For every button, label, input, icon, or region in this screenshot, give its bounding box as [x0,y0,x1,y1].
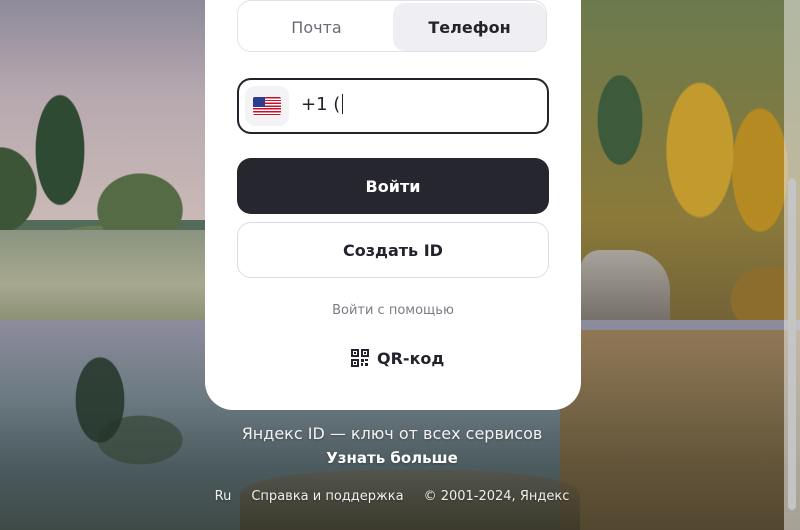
auth-method-tabs: Почта Телефон [237,0,547,52]
learn-more-link[interactable]: Узнать больше [0,449,784,467]
page-scrollbar[interactable] [784,0,800,530]
login-card: Почта Телефон +1 ( Войти Создать ID Войт… [205,0,581,410]
create-id-button[interactable]: Создать ID [237,222,549,278]
help-link[interactable]: Справка и поддержка [251,489,403,504]
qr-code-button[interactable]: QR-код [351,346,444,370]
copyright-text: © 2001-2024, Яндекс [423,489,570,504]
language-switch[interactable]: Ru [215,489,232,504]
footer: Ru Справка и поддержка © 2001-2024, Янде… [0,489,784,504]
scrollbar-thumb[interactable] [788,178,796,510]
tab-email[interactable]: Почта [240,3,393,51]
country-selector[interactable] [245,86,289,126]
qr-code-icon [351,349,369,367]
qr-code-label: QR-код [377,348,445,368]
tagline: Яндекс ID — ключ от всех сервисов [241,424,543,443]
phone-input[interactable]: +1 ( [237,78,549,134]
text-caret [342,94,344,114]
tab-phone[interactable]: Телефон [393,3,546,51]
phone-value[interactable]: +1 ( [301,94,344,115]
us-flag-icon [253,97,281,115]
login-button[interactable]: Войти [237,158,549,214]
login-with-label: Войти с помощью [332,303,454,318]
